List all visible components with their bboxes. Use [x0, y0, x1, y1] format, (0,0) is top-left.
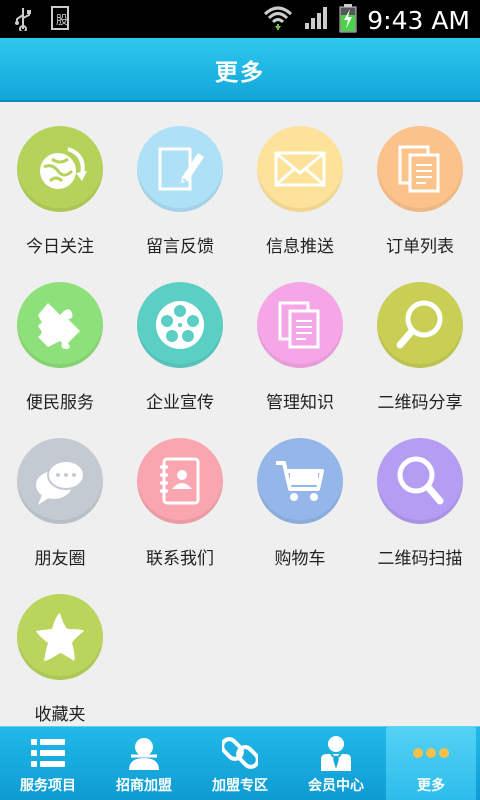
tab-label: 服务项目	[20, 778, 76, 794]
grid-item-label: 信息推送	[266, 237, 334, 257]
chat-bubbles-icon	[17, 438, 103, 524]
magnifier-icon	[377, 282, 463, 368]
grid-item-moments[interactable]: 朋友圈	[0, 416, 120, 572]
usb-icon	[14, 7, 32, 35]
grid-item-contact-us[interactable]: 联系我们	[120, 416, 240, 572]
grid-item-label: 联系我们	[146, 549, 214, 569]
documents-icon	[377, 126, 463, 212]
title-bar: 更多	[0, 38, 480, 102]
star-icon	[17, 594, 103, 680]
grid-item-label: 管理知识	[266, 393, 334, 413]
svg-text:股: 股	[56, 13, 68, 27]
grid-item-order-list[interactable]: 订单列表	[360, 104, 480, 260]
puzzle-icon	[17, 282, 103, 368]
clock: 9:43 AM	[367, 5, 470, 35]
document-notice-icon: 股	[50, 6, 74, 36]
grid-item-label: 朋友圈	[34, 549, 86, 569]
grid-item-push-messages[interactable]: 信息推送	[240, 104, 360, 260]
tab-label: 更多	[417, 778, 445, 794]
grid-item-today-focus[interactable]: 今日关注	[0, 104, 120, 260]
grid-item-shopping-cart[interactable]: 购物车	[240, 416, 360, 572]
signal-icon	[303, 5, 329, 35]
tab-label: 会员中心	[308, 778, 364, 794]
grid-item-qr-scan[interactable]: 二维码扫描	[360, 416, 480, 572]
grid-item-label: 收藏夹	[34, 705, 86, 725]
magnifier-icon	[377, 438, 463, 524]
grid-item-label: 留言反馈	[146, 237, 214, 257]
grid-item-feedback[interactable]: 留言反馈	[120, 104, 240, 260]
grid-item-management-knowledge[interactable]: 管理知识	[240, 260, 360, 416]
grid-item-label: 今日关注	[26, 237, 94, 257]
grid-item-qr-share[interactable]: 二维码分享	[360, 260, 480, 416]
grid-item-label: 二维码分享	[377, 393, 463, 413]
grid-item-label: 二维码扫描	[377, 549, 463, 569]
wifi-icon	[263, 4, 293, 36]
page-title: 更多	[215, 60, 265, 86]
feature-grid: 今日关注 留言反馈 信息推送 订单列表 便民服务 企业宣传 管理知识 二维码分享…	[0, 104, 480, 726]
film-reel-icon	[137, 282, 223, 368]
bottom-tab-bar: 服务项目 招商加盟 加盟专区 会员中心 更多	[0, 726, 480, 800]
tab-franchise-zone[interactable]: 加盟专区	[192, 727, 288, 800]
dots-icon	[411, 735, 451, 771]
grid-item-label: 订单列表	[386, 237, 454, 257]
list-icon	[28, 735, 68, 771]
tab-franchise[interactable]: 招商加盟	[96, 727, 192, 800]
tab-label: 招商加盟	[116, 778, 172, 794]
grid-item-favorites[interactable]: 收藏夹	[0, 572, 120, 728]
tab-service-items[interactable]: 服务项目	[0, 727, 96, 800]
envelope-icon	[257, 126, 343, 212]
tab-more[interactable]: 更多	[386, 727, 476, 800]
grid-item-corporate-promo[interactable]: 企业宣传	[120, 260, 240, 416]
edit-note-icon	[137, 126, 223, 212]
contact-book-icon	[137, 438, 223, 524]
grid-item-label: 购物车	[274, 549, 326, 569]
chain-link-icon	[220, 735, 260, 771]
status-bar: 股 9:43 AM	[0, 0, 480, 38]
battery-charging-icon	[339, 3, 357, 37]
shopping-cart-icon	[257, 438, 343, 524]
grid-item-label: 便民服务	[26, 393, 94, 413]
documents-icon	[257, 282, 343, 368]
grid-item-label: 企业宣传	[146, 393, 214, 413]
person-icon	[124, 735, 164, 771]
globe-arrow-icon	[17, 126, 103, 212]
grid-item-convenience[interactable]: 便民服务	[0, 260, 120, 416]
member-icon	[316, 735, 356, 771]
tab-label: 加盟专区	[212, 778, 268, 794]
tab-member-center[interactable]: 会员中心	[288, 727, 384, 800]
